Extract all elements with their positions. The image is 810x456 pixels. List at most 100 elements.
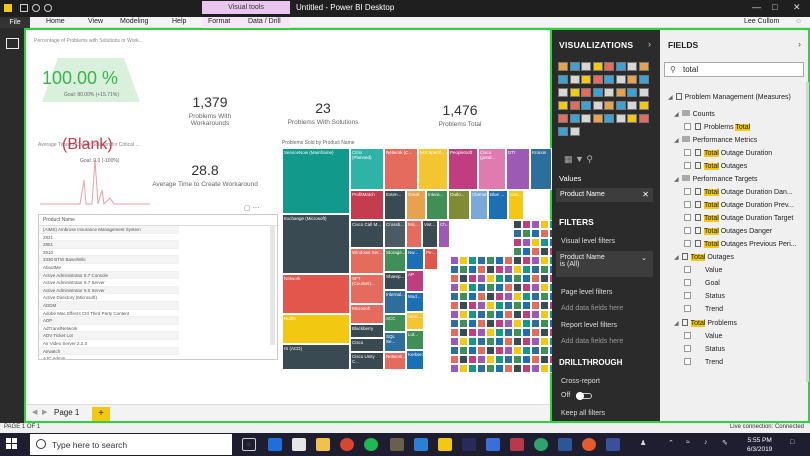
pen-icon[interactable]: ✎ <box>722 439 728 447</box>
treemap-tile[interactable]: Exchange (Microsoft) <box>282 214 350 274</box>
skype-icon[interactable] <box>414 438 428 451</box>
task-view-icon[interactable] <box>242 438 256 451</box>
treemap-tile[interactable] <box>495 364 504 373</box>
table-row[interactable]: Active Administrator 8.7 Console <box>39 271 179 280</box>
treemap-tile[interactable] <box>513 292 522 301</box>
table-node[interactable]: ◢ Problem Management (Measures) <box>668 93 791 101</box>
maximize-icon[interactable]: □ <box>772 2 777 12</box>
app-icon[interactable] <box>534 438 548 451</box>
treemap-tile[interactable]: Intera... <box>426 190 448 220</box>
table-row[interactable]: Active Administrator 8.7 Server <box>39 279 179 287</box>
treemap-tile[interactable] <box>486 301 495 310</box>
tab-file[interactable]: File <box>0 17 30 28</box>
treemap-tile[interactable]: IS (ACD) <box>282 344 350 370</box>
treemap-tile[interactable] <box>522 238 531 247</box>
kpi-child[interactable]: Trend <box>684 305 723 313</box>
treemap-tile[interactable] <box>513 337 522 346</box>
product-table-visual[interactable]: Product Name (AIMS) Ambrose Insurance Ma… <box>38 214 278 360</box>
treemap-tile[interactable]: Mic... <box>406 220 422 248</box>
treemap-tile[interactable] <box>531 355 540 364</box>
treemap-tile[interactable] <box>513 220 522 229</box>
treemap-tile[interactable]: Mod... <box>406 292 424 312</box>
treemap-tile[interactable] <box>486 346 495 355</box>
visual-type-icon[interactable] <box>558 75 568 84</box>
treemap-tile[interactable] <box>531 319 540 328</box>
visual-type-icon[interactable] <box>558 114 568 123</box>
treemap-tile[interactable] <box>450 292 459 301</box>
treemap-tile[interactable] <box>459 274 468 283</box>
folder-performance-targets[interactable]: ◢ Performance Targets <box>674 175 757 183</box>
treemap-tile[interactable] <box>504 292 513 301</box>
treemap-tile[interactable] <box>504 256 513 265</box>
treemap-tile[interactable]: Vist... <box>422 220 438 248</box>
treemap-tile[interactable] <box>504 364 513 373</box>
treemap-tile[interactable] <box>468 301 477 310</box>
field-target-4[interactable]: Total Outages Danger <box>684 227 772 235</box>
treemap-tile[interactable] <box>522 355 531 364</box>
treemap-tile[interactable] <box>468 328 477 337</box>
chrome-icon[interactable] <box>340 438 354 451</box>
treemap-tile[interactable] <box>495 346 504 355</box>
treemap-tile[interactable] <box>540 238 549 247</box>
field-total-outage-duration[interactable]: Total Outage Duration <box>684 149 772 157</box>
treemap-tile[interactable] <box>495 355 504 364</box>
treemap-tile[interactable] <box>540 220 549 229</box>
kpi-child[interactable]: Trend <box>684 358 723 366</box>
prev-page-icon[interactable]: ◀ <box>32 408 37 416</box>
visual-header-icons[interactable]: ▢ ⋯ <box>244 204 260 212</box>
table-row[interactable]: AJC Admin <box>39 355 179 359</box>
treemap-tile[interactable] <box>504 265 513 274</box>
kpi-child[interactable]: Value <box>684 332 722 340</box>
folder-performance-metrics[interactable]: ◢ Performance Metrics <box>674 136 757 144</box>
treemap-tile[interactable] <box>504 274 513 283</box>
treemap-tile[interactable] <box>513 346 522 355</box>
treemap-tile[interactable]: AP <box>406 270 424 292</box>
treemap-tile[interactable] <box>486 319 495 328</box>
visual-type-icon[interactable] <box>638 114 649 123</box>
treemap-tile[interactable] <box>459 346 468 355</box>
treemap-tile[interactable] <box>522 301 531 310</box>
treemap-tile[interactable] <box>450 310 459 319</box>
treemap-tile[interactable] <box>486 274 495 283</box>
treemap-tile[interactable]: Ch... <box>438 220 450 248</box>
treemap-tile[interactable] <box>522 292 531 301</box>
treemap-tile[interactable] <box>468 274 477 283</box>
treemap-tile[interactable]: Cisco Call M... <box>350 220 384 248</box>
treemap-tile[interactable] <box>468 265 477 274</box>
treemap-tile[interactable]: Citrix (Planned) <box>350 148 384 190</box>
treemap-tile[interactable] <box>522 346 531 355</box>
tab-home[interactable]: Home <box>46 18 65 25</box>
edge-icon[interactable] <box>268 438 282 451</box>
treemap-tile[interactable] <box>522 256 531 265</box>
tab-data-drill[interactable]: Data / Drill <box>248 18 281 25</box>
treemap-tile[interactable] <box>531 238 540 247</box>
visual-type-icon[interactable] <box>592 88 603 97</box>
treemap-tile[interactable] <box>513 247 522 256</box>
treemap-tile[interactable] <box>522 229 531 238</box>
value-field[interactable]: Product Name <box>560 191 605 198</box>
treemap-tile[interactable] <box>513 265 522 274</box>
visual-type-icon[interactable] <box>581 101 591 110</box>
treemap-tile[interactable] <box>504 319 513 328</box>
file-explorer-icon[interactable] <box>316 438 330 451</box>
close-icon[interactable]: ✕ <box>793 2 801 13</box>
treemap-tile[interactable] <box>513 283 522 292</box>
treemap-tile[interactable] <box>477 319 486 328</box>
treemap-tile[interactable] <box>522 265 531 274</box>
treemap-tile[interactable]: Nw... <box>406 248 424 270</box>
treemap-tile[interactable] <box>540 283 549 292</box>
treemap-tile[interactable] <box>459 337 468 346</box>
treemap-tile[interactable] <box>495 274 504 283</box>
treemap-tile[interactable] <box>531 301 540 310</box>
treemap-tile[interactable]: Blue ... <box>488 190 508 220</box>
windows-start-icon[interactable] <box>6 438 18 450</box>
treemap-tile[interactable] <box>486 256 495 265</box>
treemap-tile[interactable] <box>513 301 522 310</box>
redo-icon[interactable] <box>44 4 52 12</box>
system-clock[interactable]: 5:55 PM 6/3/2019 <box>747 436 772 454</box>
treemap-tile[interactable] <box>531 364 540 373</box>
table-row[interactable]: (AIMS) Ambrose Insurance Management Syst… <box>39 226 179 234</box>
treemap-tile[interactable] <box>540 265 549 274</box>
treemap-tile[interactable] <box>450 301 459 310</box>
visual-type-icon[interactable] <box>558 62 568 71</box>
